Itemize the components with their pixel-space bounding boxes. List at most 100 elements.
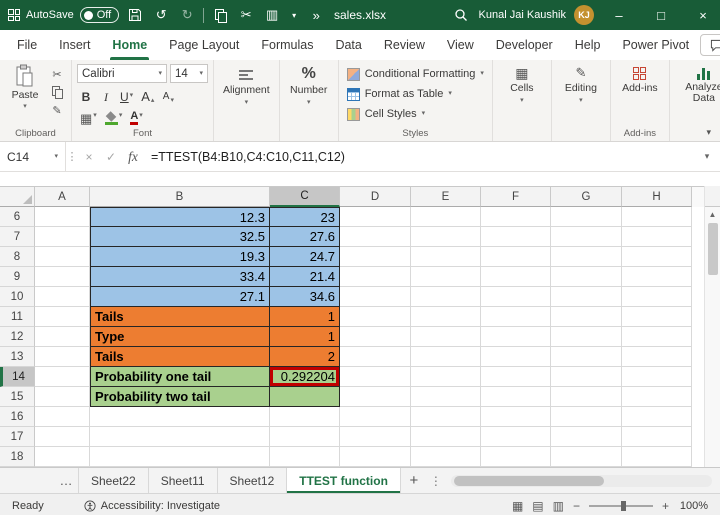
sheet-tab-sheet11[interactable]: Sheet11 <box>149 468 218 493</box>
collapse-ribbon-icon[interactable]: ▾ <box>706 127 711 138</box>
vertical-scrollbar-thumb[interactable] <box>707 223 718 275</box>
cell-E16[interactable] <box>411 407 481 427</box>
cell-G8[interactable] <box>551 247 622 267</box>
name-box-resize-handle[interactable]: ⋮ <box>66 142 78 171</box>
row-header-7[interactable]: 7 <box>0 227 35 247</box>
cell-H14[interactable] <box>622 367 692 387</box>
analyze-data-button[interactable]: Analyze Data <box>675 64 720 104</box>
column-header-A[interactable]: A <box>35 187 90 207</box>
zoom-level[interactable]: 100% <box>678 500 708 512</box>
cell-A9[interactable] <box>35 267 90 287</box>
cell-E6[interactable] <box>411 207 481 227</box>
cell-D7[interactable] <box>340 227 411 247</box>
name-box[interactable]: C14 ▾ <box>0 142 66 171</box>
cell-H17[interactable] <box>622 427 692 447</box>
cell-E11[interactable] <box>411 307 481 327</box>
row-header-10[interactable]: 10 <box>0 287 35 307</box>
cell-H15[interactable] <box>622 387 692 407</box>
cell-D17[interactable] <box>340 427 411 447</box>
cell-E9[interactable] <box>411 267 481 287</box>
cell-E7[interactable] <box>411 227 481 247</box>
number-format-button[interactable]: % Number ▾ <box>285 64 333 108</box>
row-header-16[interactable]: 16 <box>0 407 35 427</box>
cell-A18[interactable] <box>35 447 90 467</box>
horizontal-scrollbar-thumb[interactable] <box>453 475 604 486</box>
cell-G17[interactable] <box>551 427 622 447</box>
cell-C16[interactable] <box>270 407 340 427</box>
cell-G12[interactable] <box>551 327 622 347</box>
cell-D10[interactable] <box>340 287 411 307</box>
cell-H11[interactable] <box>622 307 692 327</box>
cell-F6[interactable] <box>481 207 551 227</box>
cell-F15[interactable] <box>481 387 551 407</box>
cell-C17[interactable] <box>270 427 340 447</box>
cell-B12[interactable]: Type <box>90 327 270 347</box>
cell-A13[interactable] <box>35 347 90 367</box>
decrease-font-size-button[interactable]: A ▾ <box>159 87 177 105</box>
bold-button[interactable]: B <box>77 87 95 105</box>
cell-F7[interactable] <box>481 227 551 247</box>
page-break-view-button[interactable]: ▥ <box>553 500 564 512</box>
cell-A7[interactable] <box>35 227 90 247</box>
cell-A8[interactable] <box>35 247 90 267</box>
cell-G16[interactable] <box>551 407 622 427</box>
editing-button[interactable]: ✎ Editing ▾ <box>557 64 605 106</box>
cell-E17[interactable] <box>411 427 481 447</box>
cell-C7[interactable]: 27.6 <box>270 227 340 247</box>
cells-button[interactable]: ▦ Cells ▾ <box>498 64 546 106</box>
zoom-out-button[interactable]: − <box>573 499 580 513</box>
cell-C9[interactable]: 21.4 <box>270 267 340 287</box>
cell-B13[interactable]: Tails <box>90 347 270 367</box>
cell-H10[interactable] <box>622 287 692 307</box>
cell-G9[interactable] <box>551 267 622 287</box>
search-icon[interactable] <box>451 4 471 26</box>
row-header-15[interactable]: 15 <box>0 387 35 407</box>
cell-G6[interactable] <box>551 207 622 227</box>
sheet-tab-sheet12[interactable]: Sheet12 <box>218 468 288 493</box>
more-commands-icon[interactable]: » <box>306 4 326 26</box>
cancel-button[interactable]: × <box>78 142 100 171</box>
chevron-down-icon[interactable]: ▾ <box>288 4 300 26</box>
cell-E13[interactable] <box>411 347 481 367</box>
zoom-slider[interactable] <box>588 500 653 511</box>
row-header-18[interactable]: 18 <box>0 447 35 467</box>
cell-F9[interactable] <box>481 267 551 287</box>
menu-tab-file[interactable]: File <box>6 30 48 60</box>
cell-H9[interactable] <box>622 267 692 287</box>
cell-B16[interactable] <box>90 407 270 427</box>
cell-H8[interactable] <box>622 247 692 267</box>
cell-A6[interactable] <box>35 207 90 227</box>
cut-icon[interactable]: ✂ <box>236 4 256 26</box>
menu-tab-developer[interactable]: Developer <box>485 30 564 60</box>
cell-H6[interactable] <box>622 207 692 227</box>
row-header-13[interactable]: 13 <box>0 347 35 367</box>
cell-G10[interactable] <box>551 287 622 307</box>
cell-H13[interactable] <box>622 347 692 367</box>
new-sheet-button[interactable]: + <box>401 468 427 493</box>
cell-D14[interactable] <box>340 367 411 387</box>
format-as-table-button[interactable]: Format as Table ▾ <box>344 84 487 104</box>
cell-C6[interactable]: 23 <box>270 207 340 227</box>
cell-H12[interactable] <box>622 327 692 347</box>
column-header-C[interactable]: C <box>270 187 340 207</box>
cell-A10[interactable] <box>35 287 90 307</box>
cell-B7[interactable]: 32.5 <box>90 227 270 247</box>
cell-B14[interactable]: Probability one tail <box>90 367 270 387</box>
cell-A11[interactable] <box>35 307 90 327</box>
cell-D13[interactable] <box>340 347 411 367</box>
font-name-select[interactable]: Calibri ▾ <box>77 64 167 83</box>
cell-G15[interactable] <box>551 387 622 407</box>
zoom-slider-thumb[interactable] <box>620 500 626 511</box>
cell-F18[interactable] <box>481 447 551 467</box>
row-header-9[interactable]: 9 <box>0 267 35 287</box>
cell-C15[interactable] <box>270 387 340 407</box>
row-header-17[interactable]: 17 <box>0 427 35 447</box>
cell-G14[interactable] <box>551 367 622 387</box>
cell-D18[interactable] <box>340 447 411 467</box>
scroll-up-icon[interactable]: ▲ <box>709 210 717 220</box>
comments-button[interactable]: Comments <box>700 34 720 56</box>
cell-F17[interactable] <box>481 427 551 447</box>
vertical-scrollbar[interactable]: ▲ <box>704 186 720 467</box>
save-button[interactable] <box>125 4 145 26</box>
cut-button[interactable]: ✂ <box>48 66 66 82</box>
